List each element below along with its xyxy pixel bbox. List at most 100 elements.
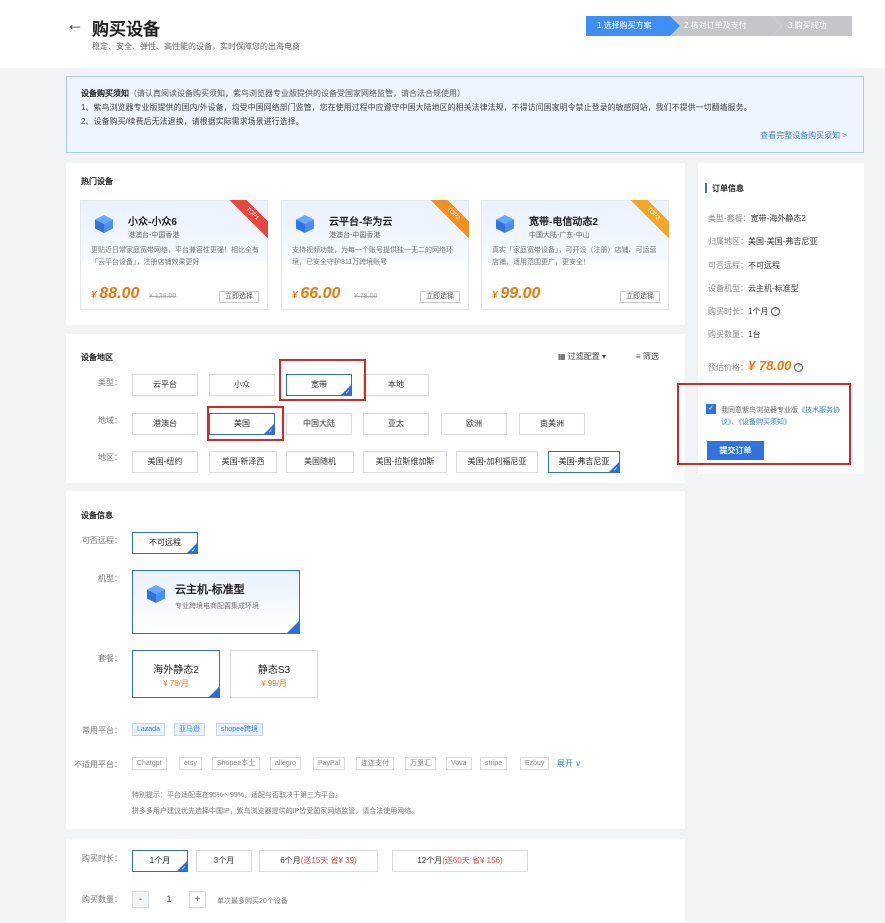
filter-config-dropdown[interactable]: ▦ 过滤配置 ▾ <box>558 351 606 362</box>
order-row-remote: 可否远程：不可远程 <box>708 261 780 270</box>
select-now-button[interactable]: 立即选择 <box>219 291 259 303</box>
title-bar-accent <box>705 183 707 193</box>
package-option-selected[interactable]: 海外静态2 ¥ 78/月 <box>132 650 220 698</box>
platform-tag: etsy <box>179 757 202 770</box>
back-arrow-icon[interactable]: ← <box>66 14 84 34</box>
hot-card-1[interactable]: 小众-小众6 港澳台-中国香港 更贴近日常家庭宽带网络，平台兼容性更强！相比全有… <box>80 200 268 310</box>
notice-line-1: 1、紫鸟浏览器专业版提供的国内/外设备，均受中国网络部门监管，您在使用过程中应遵… <box>81 103 752 112</box>
zone-option-selected[interactable]: 美国-弗吉尼亚 <box>548 451 620 475</box>
area-option-sa[interactable]: 南美洲 <box>519 413 585 435</box>
card-price: ¥ 88.00 <box>91 285 140 302</box>
card-name: 小众-小众6 <box>128 217 177 228</box>
card-old-price: ¥ 128.00 <box>149 293 177 300</box>
type-option-cloud[interactable]: 云平台 <box>132 374 198 396</box>
help-icon[interactable]: ? <box>770 307 780 317</box>
chevron-down-icon: ∨ <box>573 759 582 768</box>
package-price: ¥ 99/月 <box>261 679 287 688</box>
type-label: 类型： <box>98 378 122 387</box>
zone-option[interactable]: 美国-加利福尼亚 <box>456 451 538 473</box>
platform-tag: 连连支付 <box>356 757 394 770</box>
zone-option[interactable]: 美国-纽约 <box>132 451 198 473</box>
common-platform-label: 常用平台： <box>82 726 122 735</box>
order-price: 预估价格：¥ 78.00 ? <box>708 358 803 373</box>
highlight-box <box>279 359 366 401</box>
platform-tag: 亚马逊 <box>174 723 205 736</box>
platform-tag: Shopee本土 <box>212 757 261 770</box>
page-subtitle: 稳定、安全、弹性、高性能的设备，实时保障您的出海电商 <box>92 42 300 51</box>
view-full-notice-link[interactable]: 查看完整设备购买须知 > <box>760 129 847 143</box>
platform-tag: Vova <box>446 757 472 770</box>
help-icon[interactable]: ? <box>793 363 803 373</box>
card-desc: 真实「家庭宽带设备」，可开设（注册）店铺、可运营店铺，适用范围更广，更安全！ <box>492 247 657 266</box>
unsuitable-platform-label: 不适用平台： <box>74 760 122 769</box>
quantity-input[interactable]: 1 <box>149 891 189 908</box>
card-region: 港澳台-中国香港 <box>329 232 381 239</box>
expand-link[interactable]: 展开 ∨ <box>557 758 581 769</box>
selected-corner <box>287 621 299 633</box>
package-option[interactable]: 静态S3 ¥ 99/月 <box>230 650 318 698</box>
quantity-minus-button[interactable]: - <box>132 891 149 908</box>
rank-badge: TOP2 <box>429 200 469 240</box>
card-name: 云平台-华为云 <box>329 217 393 228</box>
quantity-label: 购买数量： <box>82 895 122 904</box>
type-option-local[interactable]: 本地 <box>363 374 429 396</box>
area-option-cn[interactable]: 中国大陆 <box>286 413 352 435</box>
order-row-region: 归属地区：美国-美国-弗吉尼亚 <box>708 237 818 246</box>
select-now-button[interactable]: 立即选择 <box>420 291 460 303</box>
notice-title: 设备购买须知 <box>81 89 129 98</box>
area-option-hk[interactable]: 港澳台 <box>132 413 198 435</box>
duration-option-3m[interactable]: 3个月 <box>196 850 252 872</box>
card-price: ¥ 99.00 <box>492 285 541 302</box>
model-name: 云主机-标准型 <box>175 584 245 596</box>
card-region: 港澳台-中国香港 <box>128 232 180 239</box>
cube-icon <box>95 215 113 233</box>
page-title: 购买设备 <box>92 20 160 39</box>
remote-option[interactable]: 不可远程 <box>132 532 198 556</box>
hot-card-2[interactable]: 云平台-华为云 港澳台-中国香港 支持视频功能，为每一个账号提供独一无二的网络环… <box>281 200 469 310</box>
package-name: 海外静态2 <box>153 665 199 676</box>
highlight-box <box>677 383 851 465</box>
zone-label: 地区： <box>98 453 122 462</box>
zone-option[interactable]: 美国-拉斯维加斯 <box>363 451 447 473</box>
order-row-quantity: 购买数量：1台 <box>708 330 761 339</box>
duration-option-6m[interactable]: 6个月(送15天 省¥ 39) <box>259 850 378 872</box>
region-title: 设备地区 <box>81 353 113 362</box>
filter-button[interactable]: ≡ 筛选 <box>636 351 659 362</box>
model-option[interactable]: 云主机-标准型 专业跨境电商配置集成环境 <box>132 570 300 634</box>
notice-title-note: （请认真阅读设备购买须知，紫鸟浏览器专业版提供的设备受国家网络监管，请合法合规使… <box>129 89 465 98</box>
cube-icon <box>496 215 514 233</box>
filter-icon: ≡ <box>636 352 643 361</box>
zone-option[interactable]: 美国随机 <box>286 451 354 473</box>
platform-tag: stripe <box>480 757 508 770</box>
package-name: 静态S3 <box>257 665 291 676</box>
card-region: 中国大陆-广东-中山 <box>529 232 590 239</box>
order-row-type: 类型-套餐：宽带-海外静态2 <box>708 214 806 223</box>
platform-tag: Lazada <box>132 723 165 736</box>
hot-card-3[interactable]: 宽带-电信动态2 中国大陆-广东-中山 真实「家庭宽带设备」，可开设（注册）店铺… <box>481 200 669 310</box>
area-option-apac[interactable]: 亚太 <box>363 413 429 435</box>
platform-tag: Chatgpt <box>132 757 167 770</box>
card-price: ¥ 66.00 <box>292 285 341 302</box>
area-label: 地域： <box>98 416 122 425</box>
tip-line-2: 拼多多用户建议优先选择中国IP，紫鸟浏览器提供的IP皆受国家网络监管，请合法使用… <box>132 808 419 815</box>
platform-tag: allegro <box>270 757 302 770</box>
quantity-plus-button[interactable]: + <box>189 891 206 908</box>
step-1: 1.选择购买方案 <box>586 16 680 36</box>
card-desc: 支持视频功能，为每一个账号提供独一无二的网络环境，已安全守护311万跨境账号 <box>292 247 453 266</box>
duration-option-1m[interactable]: 1个月 <box>132 850 188 874</box>
platform-tag: Ezbuy <box>520 757 550 770</box>
hot-devices-title: 热门设备 <box>81 177 113 186</box>
select-now-button[interactable]: 立即选择 <box>620 291 660 303</box>
type-option-niche[interactable]: 小众 <box>209 374 275 396</box>
quantity-note: 单次最多购买20个设备 <box>217 898 288 905</box>
remote-label: 可否远程： <box>82 536 122 545</box>
step-progress: 1.选择购买方案 2.核对订单及支付 3.购买成功 <box>586 16 852 36</box>
grid-icon: ▦ <box>558 352 568 361</box>
selected-corner <box>209 687 219 697</box>
area-option-eu[interactable]: 欧洲 <box>441 413 507 435</box>
zone-option[interactable]: 美国-新泽西 <box>209 451 277 473</box>
card-old-price: ¥ 78.00 <box>354 293 378 300</box>
order-row-model: 设备机型：云主机-标准型 <box>708 284 799 293</box>
duration-label: 购买时长： <box>82 854 122 863</box>
duration-option-12m[interactable]: 12个月(送60天 省¥ 156) <box>392 850 528 872</box>
